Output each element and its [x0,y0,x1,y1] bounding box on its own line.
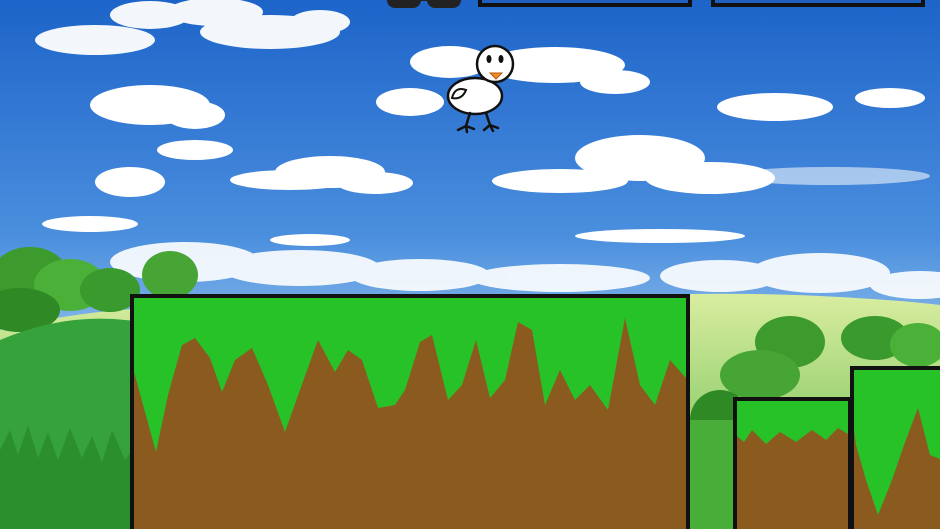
grass-dirt-platform-right [850,366,940,529]
grass-dirt-platform-large [130,294,690,529]
game-stage [0,0,940,529]
game-scene [0,0,940,529]
hud-bar-right [711,0,925,7]
hud-bar-left [478,0,692,7]
grass-dirt-platform-small [733,397,852,529]
